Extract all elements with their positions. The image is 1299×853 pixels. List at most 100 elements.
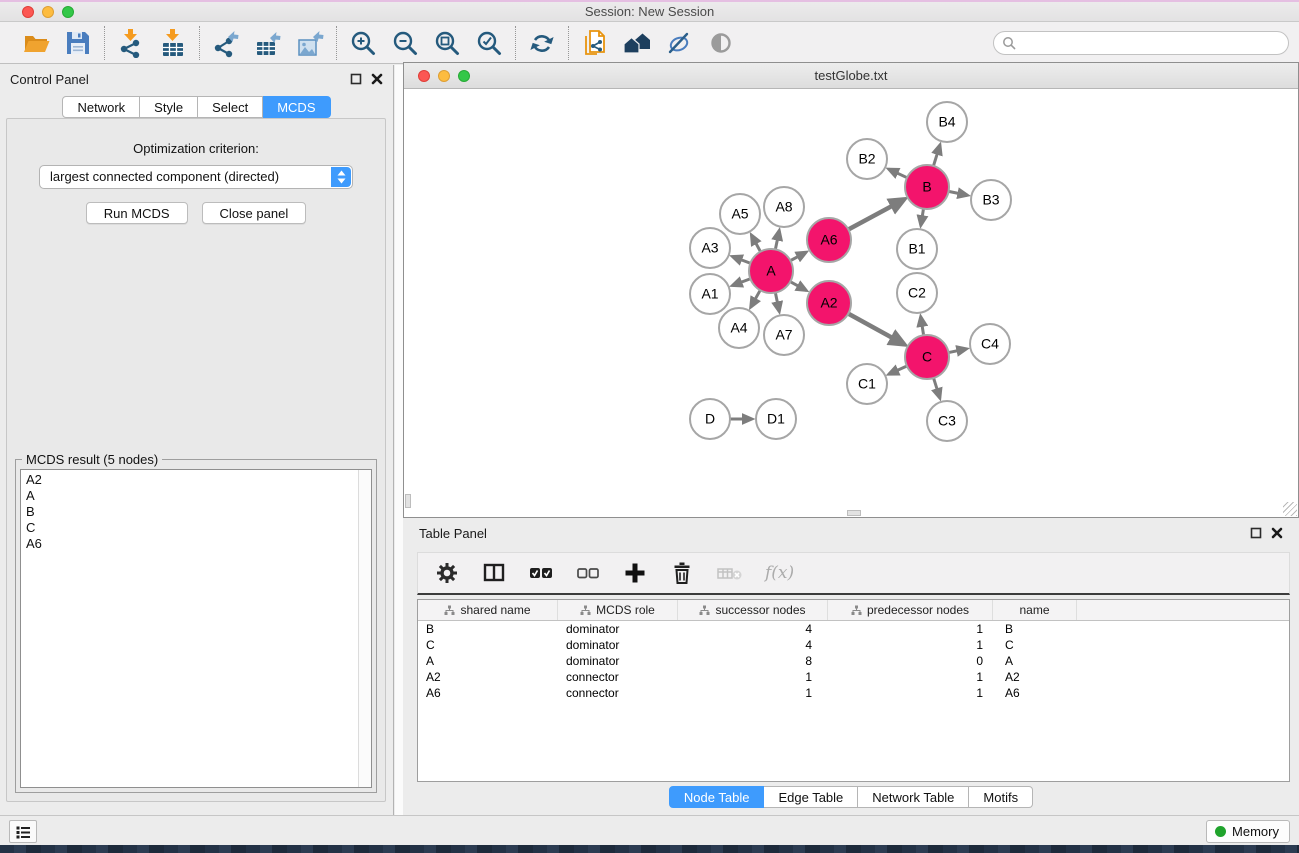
run-mcds-button[interactable]: Run MCDS: [86, 202, 188, 224]
network-window-titlebar[interactable]: testGlobe.txt: [404, 63, 1298, 89]
graph-node-B1[interactable]: B1: [897, 229, 937, 269]
close-window-button[interactable]: [22, 6, 34, 18]
table-row[interactable]: A2connector11A2: [418, 669, 1289, 685]
graph-node-A3[interactable]: A3: [690, 228, 730, 268]
graph-edge-C-C2[interactable]: [921, 317, 924, 336]
table-cell[interactable]: A2: [418, 669, 558, 685]
column-header-predecessor-nodes[interactable]: predecessor nodes: [828, 600, 993, 620]
table-cell[interactable]: dominator: [558, 621, 678, 637]
table-row[interactable]: Adominator80A: [418, 653, 1289, 669]
graph-edge-B-B3[interactable]: [949, 191, 968, 195]
result-item[interactable]: B: [26, 504, 371, 520]
graph-edge-C-C4[interactable]: [949, 349, 967, 353]
tab-edge-table[interactable]: Edge Table: [764, 786, 858, 808]
float-panel-icon[interactable]: [1250, 527, 1262, 539]
table-cell[interactable]: B: [993, 621, 1077, 637]
graph-node-B3[interactable]: B3: [971, 180, 1011, 220]
table-cell[interactable]: dominator: [558, 653, 678, 669]
column-header-mcds-role[interactable]: MCDS role: [558, 600, 678, 620]
close-network-button[interactable]: [418, 70, 430, 82]
tab-style[interactable]: Style: [140, 96, 198, 118]
result-item[interactable]: A2: [26, 472, 371, 488]
graph-node-A[interactable]: A: [749, 249, 793, 293]
graph-edge-C-C1[interactable]: [889, 366, 907, 374]
graph-node-A4[interactable]: A4: [719, 308, 759, 348]
network-canvas[interactable]: B4B2BB3A5A8A6A3B1AA1C2A2A4A7C4CC1DD1C3: [405, 90, 1297, 516]
birds-eye-view-icon[interactable]: [706, 28, 736, 58]
graph-node-C3[interactable]: C3: [927, 401, 967, 441]
new-network-from-selection-icon[interactable]: [580, 28, 610, 58]
graph-edge-B-B1[interactable]: [921, 209, 924, 226]
graph-node-B2[interactable]: B2: [847, 139, 887, 179]
tab-node-table[interactable]: Node Table: [669, 786, 765, 808]
import-table-icon[interactable]: [158, 28, 188, 58]
graph-edge-A-A4[interactable]: [751, 290, 760, 307]
home-icon[interactable]: [622, 28, 652, 58]
column-header-successor-nodes[interactable]: successor nodes: [678, 600, 828, 620]
table-cell[interactable]: 8: [678, 653, 828, 669]
zoom-in-icon[interactable]: [348, 28, 378, 58]
export-image-icon[interactable]: [295, 28, 325, 58]
table-cell[interactable]: 1: [828, 685, 993, 701]
import-network-icon[interactable]: [116, 28, 146, 58]
refresh-layout-icon[interactable]: [527, 28, 557, 58]
graph-node-A6[interactable]: A6: [807, 218, 851, 262]
graph-node-A1[interactable]: A1: [690, 274, 730, 314]
tab-motifs[interactable]: Motifs: [969, 786, 1033, 808]
node-table[interactable]: shared nameMCDS rolesuccessor nodesprede…: [417, 599, 1290, 782]
table-cell[interactable]: connector: [558, 685, 678, 701]
tab-network[interactable]: Network: [62, 96, 140, 118]
deselect-all-columns-icon[interactable]: [575, 560, 601, 586]
table-cell[interactable]: 1: [828, 621, 993, 637]
column-header-name[interactable]: name: [993, 600, 1077, 620]
close-panel-icon[interactable]: [371, 73, 383, 85]
tab-mcds[interactable]: MCDS: [263, 96, 330, 118]
table-cell[interactable]: A6: [418, 685, 558, 701]
show-panels-list-button[interactable]: [9, 820, 37, 843]
table-cell[interactable]: 4: [678, 637, 828, 653]
graph-edge-A6-B[interactable]: [848, 199, 904, 229]
export-network-icon[interactable]: [211, 28, 241, 58]
split-table-icon[interactable]: [481, 560, 507, 586]
minimize-network-button[interactable]: [438, 70, 450, 82]
graph-edge-A-A3[interactable]: [732, 256, 750, 263]
table-row[interactable]: Cdominator41C: [418, 637, 1289, 653]
graph-node-D[interactable]: D: [690, 399, 730, 439]
table-cell[interactable]: 1: [678, 669, 828, 685]
delete-column-trash-icon[interactable]: [669, 560, 695, 586]
close-panel-icon[interactable]: [1271, 527, 1283, 539]
graph-node-B[interactable]: B: [905, 165, 949, 209]
graph-node-B4[interactable]: B4: [927, 102, 967, 142]
table-cell[interactable]: 0: [828, 653, 993, 669]
graph-edge-A-A6[interactable]: [790, 252, 806, 260]
graph-edge-A-A2[interactable]: [790, 282, 806, 291]
graph-edge-A-A1[interactable]: [732, 279, 750, 286]
table-cell[interactable]: A: [418, 653, 558, 669]
result-item[interactable]: A: [26, 488, 371, 504]
table-cell[interactable]: C: [993, 637, 1077, 653]
table-row[interactable]: A6connector11A6: [418, 685, 1289, 701]
tab-network-table[interactable]: Network Table: [858, 786, 969, 808]
table-cell[interactable]: 1: [828, 637, 993, 653]
table-cell[interactable]: A2: [993, 669, 1077, 685]
graph-edge-B-B4[interactable]: [933, 145, 939, 166]
table-cell[interactable]: 1: [678, 685, 828, 701]
network-vscroll-thumb[interactable]: [405, 494, 411, 508]
graph-node-A2[interactable]: A2: [807, 281, 851, 325]
result-item[interactable]: A6: [26, 536, 371, 552]
memory-button[interactable]: Memory: [1206, 820, 1290, 843]
table-cell[interactable]: connector: [558, 669, 678, 685]
graph-node-A8[interactable]: A8: [764, 187, 804, 227]
resize-grip-icon[interactable]: [1283, 502, 1297, 516]
tab-select[interactable]: Select: [198, 96, 263, 118]
zoom-network-button[interactable]: [458, 70, 470, 82]
graph-edge-C-C3[interactable]: [934, 378, 940, 398]
graph-node-A7[interactable]: A7: [764, 315, 804, 355]
graph-edge-A-A7[interactable]: [775, 293, 779, 312]
open-session-icon[interactable]: [21, 28, 51, 58]
select-all-columns-icon[interactable]: [528, 560, 554, 586]
graph-node-D1[interactable]: D1: [756, 399, 796, 439]
result-scrollbar[interactable]: [358, 470, 371, 787]
table-cell[interactable]: A6: [993, 685, 1077, 701]
table-row[interactable]: Bdominator41B: [418, 621, 1289, 637]
